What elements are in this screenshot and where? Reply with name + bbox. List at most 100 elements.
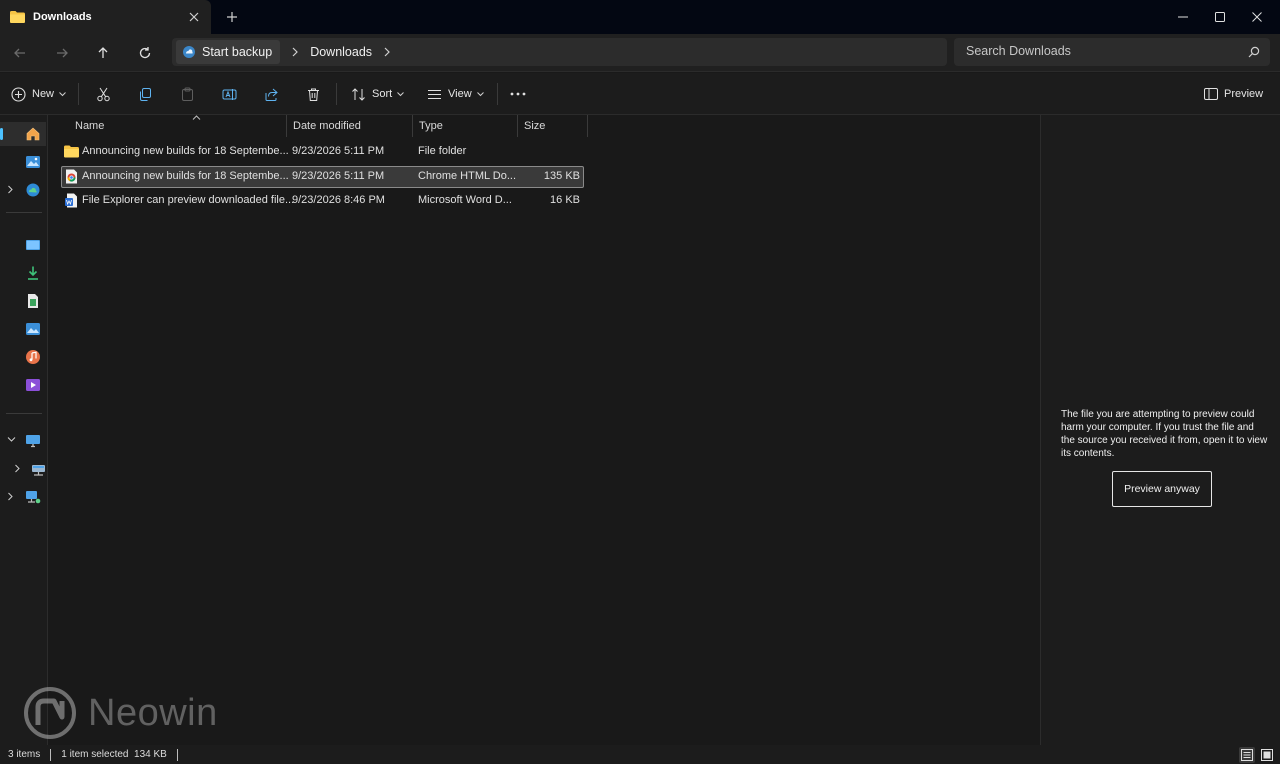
preview-warning-message: The file you are attempting to preview c… <box>1061 409 1268 459</box>
preview-label: Preview <box>1224 88 1264 100</box>
command-bar: New Sort View Preview <box>0 73 1280 115</box>
chevron-down-icon <box>59 91 66 96</box>
arrow-up-icon <box>98 47 108 58</box>
file-row-selected[interactable]: Announcing new builds for 18 Septembe...… <box>61 166 584 188</box>
separator <box>497 83 498 105</box>
nav-pictures[interactable] <box>0 317 46 341</box>
column-header-type[interactable]: Type <box>413 115 518 137</box>
sort-label: Sort <box>372 88 393 100</box>
nav-desktop[interactable] <box>0 233 46 257</box>
file-size: 135 KB <box>543 170 580 182</box>
view-list-icon <box>428 89 441 99</box>
delete-button[interactable] <box>306 83 321 105</box>
chevron-down-icon[interactable] <box>7 436 16 443</box>
file-size: 16 KB <box>550 194 580 206</box>
details-view-button[interactable] <box>1239 747 1255 763</box>
nav-network[interactable] <box>0 485 46 509</box>
nav-music[interactable] <box>0 345 46 369</box>
column-header-date[interactable]: Date modified <box>287 115 413 137</box>
column-header-name[interactable]: Name <box>69 115 287 137</box>
new-button[interactable]: New <box>11 83 66 105</box>
share-icon <box>265 88 278 101</box>
nav-documents[interactable] <box>0 289 46 313</box>
chevron-right-icon[interactable] <box>382 47 392 57</box>
more-options-button[interactable] <box>510 83 526 105</box>
this-pc-icon <box>26 435 40 448</box>
sort-button[interactable]: Sort <box>351 83 405 105</box>
music-icon <box>26 350 40 364</box>
item-count: 3 items <box>8 749 41 760</box>
breadcrumb-start-backup[interactable]: Start backup <box>176 40 281 64</box>
cut-button[interactable] <box>96 83 111 105</box>
trash-icon <box>308 88 319 101</box>
nav-onedrive[interactable] <box>0 178 46 202</box>
search-box[interactable] <box>954 38 1270 66</box>
onedrive-icon <box>26 183 40 197</box>
desktop-icon <box>26 240 40 250</box>
up-button[interactable] <box>92 42 114 64</box>
address-bar[interactable]: Start backup Downloads <box>172 38 947 66</box>
tab-downloads[interactable]: Downloads <box>0 0 211 34</box>
close-window-button[interactable] <box>1234 0 1280 34</box>
close-icon <box>1252 12 1262 22</box>
maximize-icon <box>1215 12 1225 22</box>
tiles-view-button[interactable] <box>1259 747 1275 763</box>
close-tab-icon[interactable] <box>187 10 201 24</box>
plus-circle-icon <box>11 86 26 102</box>
file-type: Chrome HTML Do... <box>418 170 517 182</box>
refresh-button[interactable] <box>134 42 156 64</box>
file-list: Name Date modified Type Size Announcing … <box>49 115 1039 745</box>
nav-network-drive[interactable] <box>0 457 46 481</box>
chevron-right-icon[interactable] <box>7 492 14 501</box>
copy-button[interactable] <box>138 83 153 105</box>
chevron-right-icon[interactable] <box>290 47 300 57</box>
breadcrumb-label: Start backup <box>202 45 273 59</box>
rename-button[interactable] <box>222 83 237 105</box>
column-header-size[interactable]: Size <box>518 115 588 137</box>
preview-pane-button[interactable]: Preview <box>1204 83 1263 105</box>
view-button[interactable]: View <box>427 83 484 105</box>
preview-pane-icon <box>1204 88 1218 100</box>
nav-downloads[interactable] <box>0 261 46 285</box>
paste-button[interactable] <box>180 83 195 105</box>
nav-home[interactable] <box>0 122 46 146</box>
search-input[interactable] <box>966 44 1236 58</box>
nav-this-pc[interactable] <box>0 429 46 453</box>
column-type-label: Type <box>419 120 443 132</box>
file-row[interactable]: Announcing new builds for 18 Septembe...… <box>61 141 584 163</box>
chevron-right-icon[interactable] <box>7 185 14 194</box>
minimize-icon <box>1178 16 1188 18</box>
forward-button[interactable] <box>51 42 73 64</box>
details-view-icon <box>1241 749 1253 761</box>
copy-icon <box>140 87 151 101</box>
share-button[interactable] <box>264 83 279 105</box>
status-bar: 3 items 1 item selected 134 KB <box>0 745 1280 764</box>
neowin-watermark: Neowin <box>24 687 218 739</box>
rename-icon <box>222 88 237 100</box>
preview-anyway-button[interactable]: Preview anyway <box>1112 471 1212 507</box>
navigation-pane <box>0 115 48 745</box>
chevron-right-icon[interactable] <box>14 464 21 473</box>
file-date: 9/23/2026 5:11 PM <box>292 170 385 182</box>
file-name: File Explorer can preview downloaded fil… <box>82 194 295 206</box>
status-divider <box>50 748 52 761</box>
pictures-icon <box>26 323 40 335</box>
file-row[interactable]: File Explorer can preview downloaded fil… <box>61 190 584 212</box>
tiles-view-icon <box>1261 749 1273 761</box>
file-name: Announcing new builds for 18 Septembe... <box>82 170 289 182</box>
network-icon <box>26 491 41 504</box>
watermark-text: Neowin <box>88 691 218 734</box>
file-date: 9/23/2026 8:46 PM <box>292 194 385 206</box>
back-button[interactable] <box>9 42 31 64</box>
new-tab-icon[interactable] <box>224 9 240 25</box>
nav-videos[interactable] <box>0 373 46 397</box>
selection-info: 1 item selected 134 KB <box>61 749 167 760</box>
search-icon[interactable] <box>1248 46 1260 58</box>
word-document-icon <box>65 193 77 208</box>
nav-gallery[interactable] <box>0 150 46 174</box>
breadcrumb-downloads[interactable]: Downloads <box>310 45 372 59</box>
new-label: New <box>32 88 55 100</box>
cloud-backup-icon <box>183 46 195 58</box>
home-icon <box>26 127 40 141</box>
more-icon <box>510 92 526 96</box>
